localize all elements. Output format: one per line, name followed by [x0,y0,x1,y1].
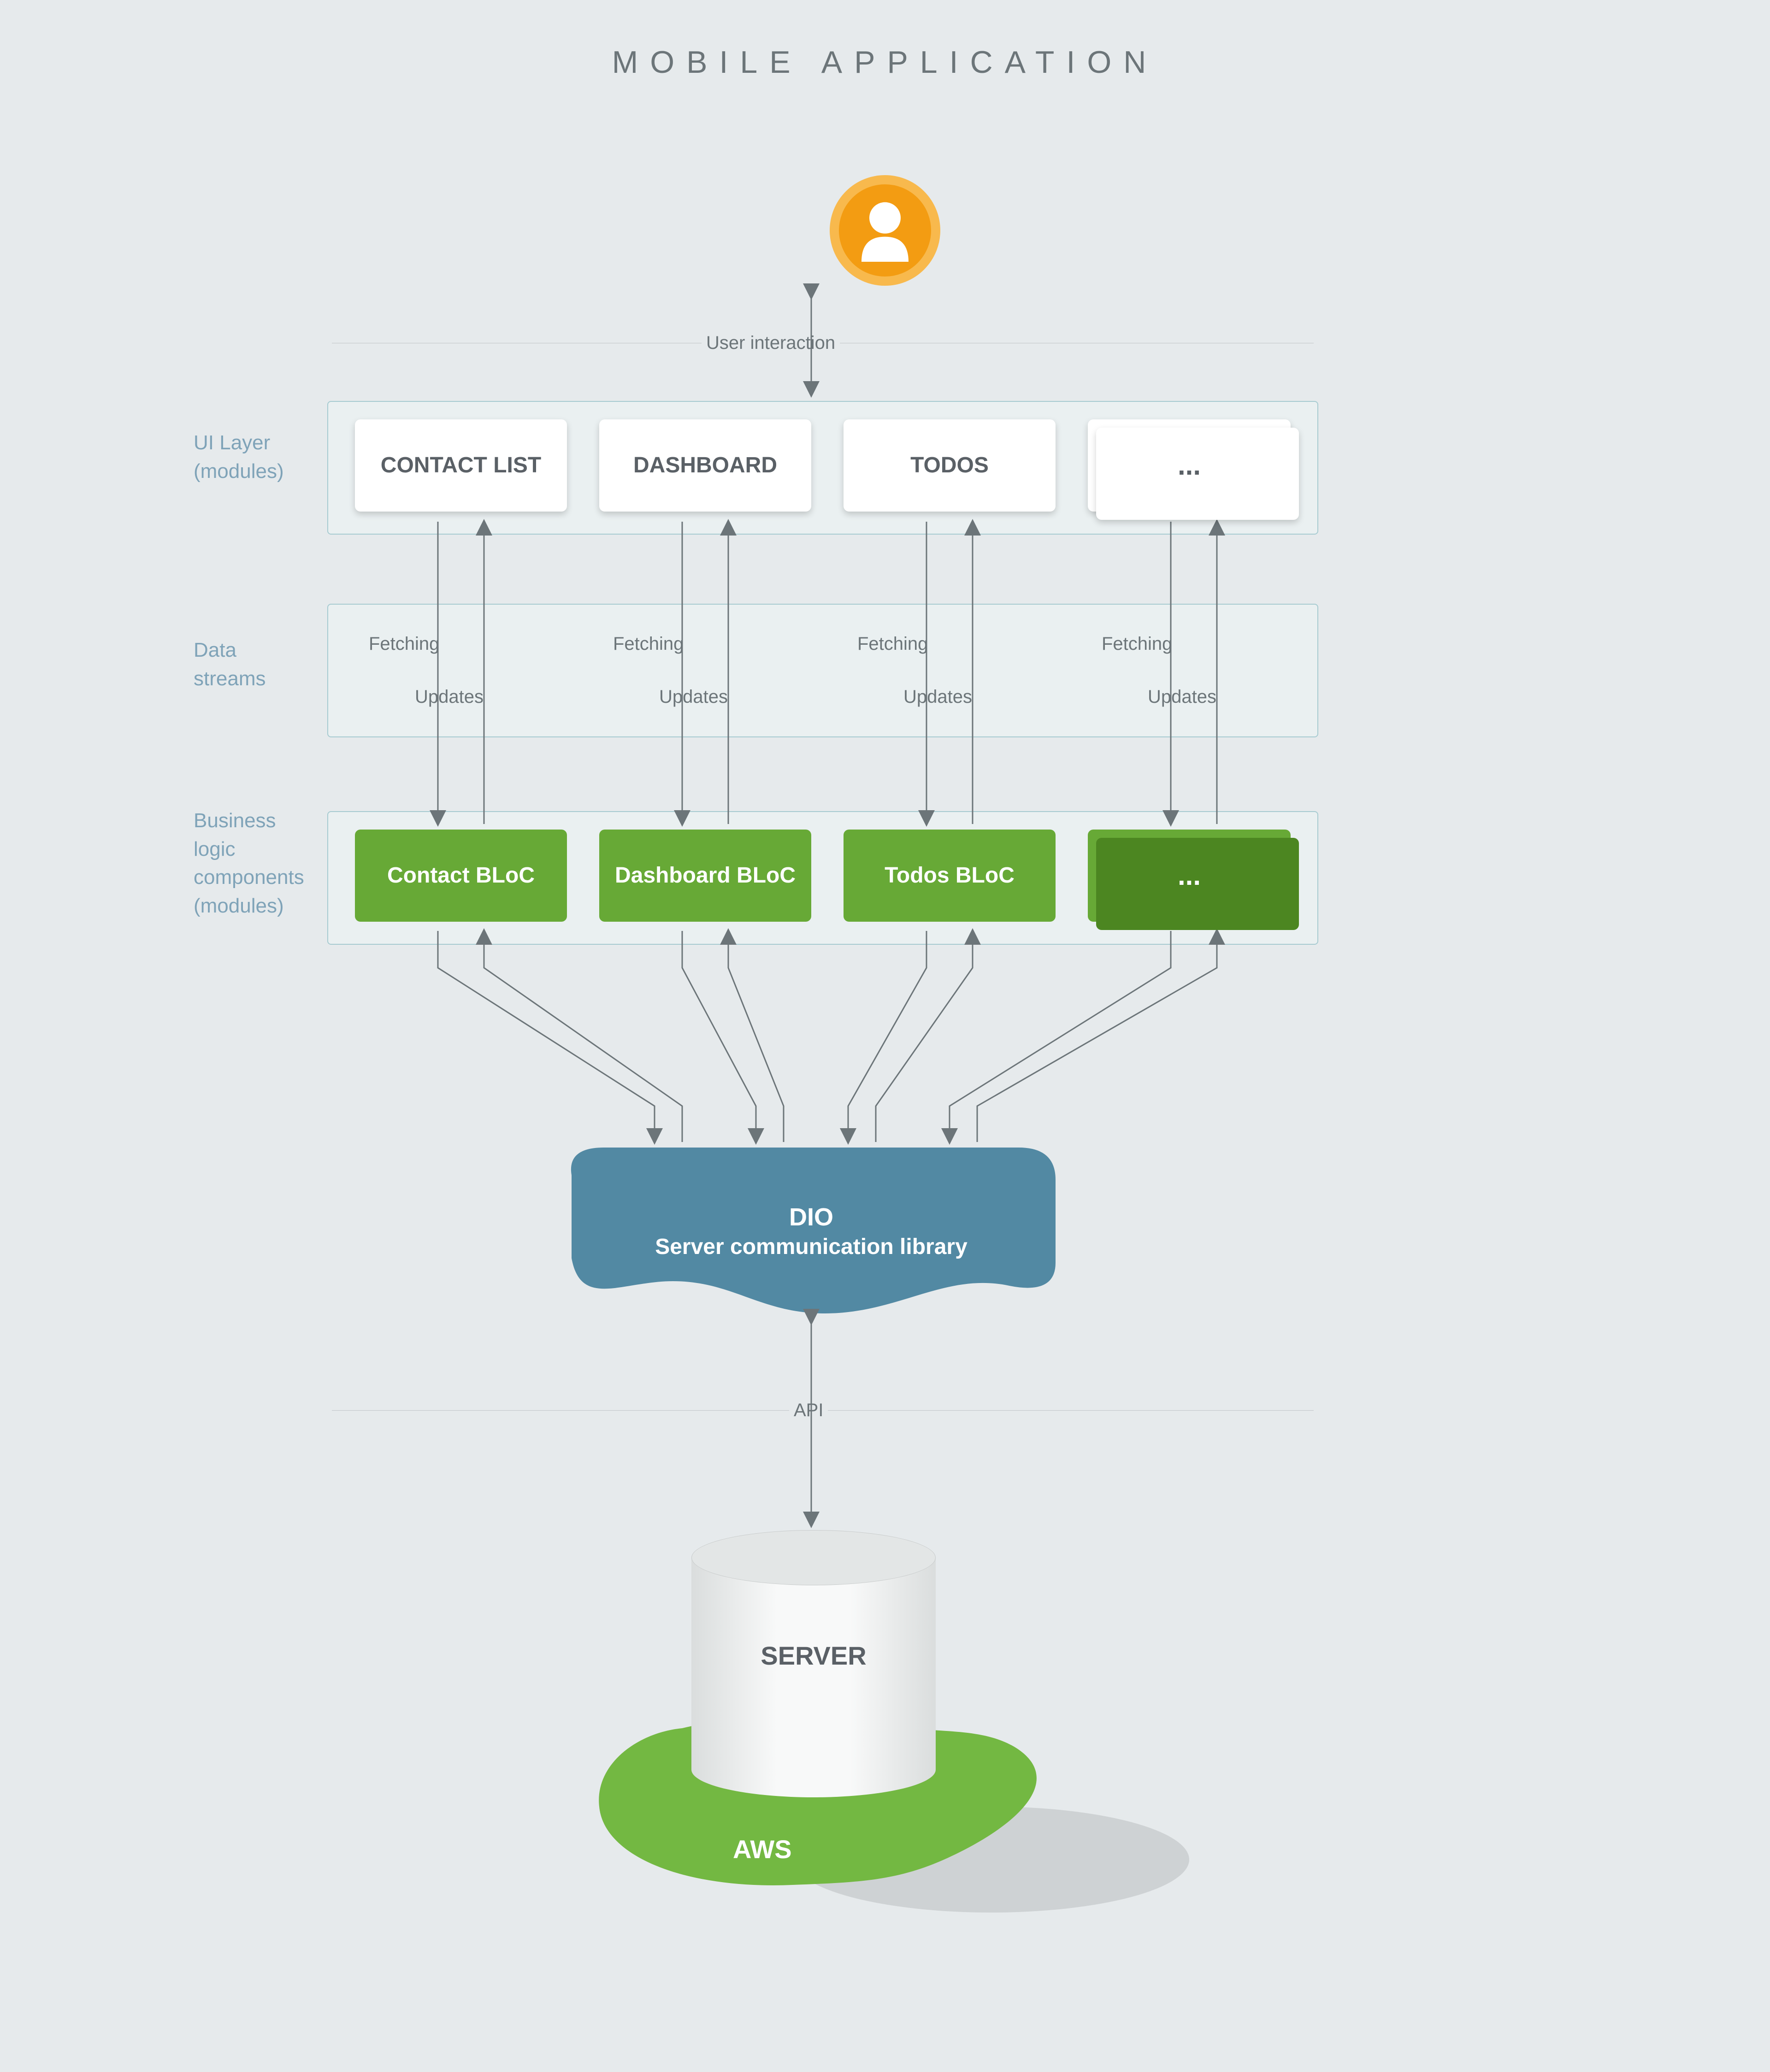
card-label: CONTACT LIST [381,452,541,479]
card-label: ... [1178,449,1201,482]
label-updates: Updates [415,687,484,707]
card-dashboard-bloc: Dashboard BLoC [599,830,811,922]
card-label: DASHBOARD [633,452,777,479]
label-updates: Updates [1148,687,1216,707]
card-contact-list: CONTACT LIST [355,419,567,512]
card-todos: TODOS [844,419,1056,512]
label-fetching: Fetching [613,634,684,654]
card-label: Dashboard BLoC [615,862,796,889]
edge-label-api: API [789,1400,828,1421]
side-label-bloc: Business logic components (modules) [194,806,304,920]
side-label-data-streams: Data streams [194,636,266,693]
card-todos-bloc: Todos BLoC [844,830,1056,922]
label-fetching: Fetching [1102,634,1172,654]
label-updates: Updates [903,687,972,707]
card-dashboard: DASHBOARD [599,419,811,512]
card-label: ... [1178,859,1201,892]
panel-data-streams [327,604,1318,737]
card-label: Contact BLoC [387,862,535,889]
user-icon [830,175,940,286]
edge-label-user-interaction: User interaction [702,333,840,353]
label-updates: Updates [659,687,728,707]
card-label: TODOS [910,452,989,479]
card-more-bloc: ... [1088,830,1291,922]
side-label-ui-layer: UI Layer (modules) [194,429,284,485]
diagram-title: MOBILE APPLICATION [612,44,1158,80]
dio-title: DIO [567,1203,1056,1231]
label-fetching: Fetching [857,634,928,654]
dio-shape: DIO Server communication library [567,1148,1056,1323]
card-label: Todos BLoC [885,862,1015,889]
card-more: ... [1088,419,1291,512]
card-contact-bloc: Contact BLoC [355,830,567,922]
server-cylinder: SERVER [691,1530,936,1797]
label-fetching: Fetching [369,634,439,654]
dio-subtitle: Server communication library [567,1234,1056,1260]
server-label: SERVER [691,1641,936,1671]
aws-label: AWS [733,1834,792,1864]
